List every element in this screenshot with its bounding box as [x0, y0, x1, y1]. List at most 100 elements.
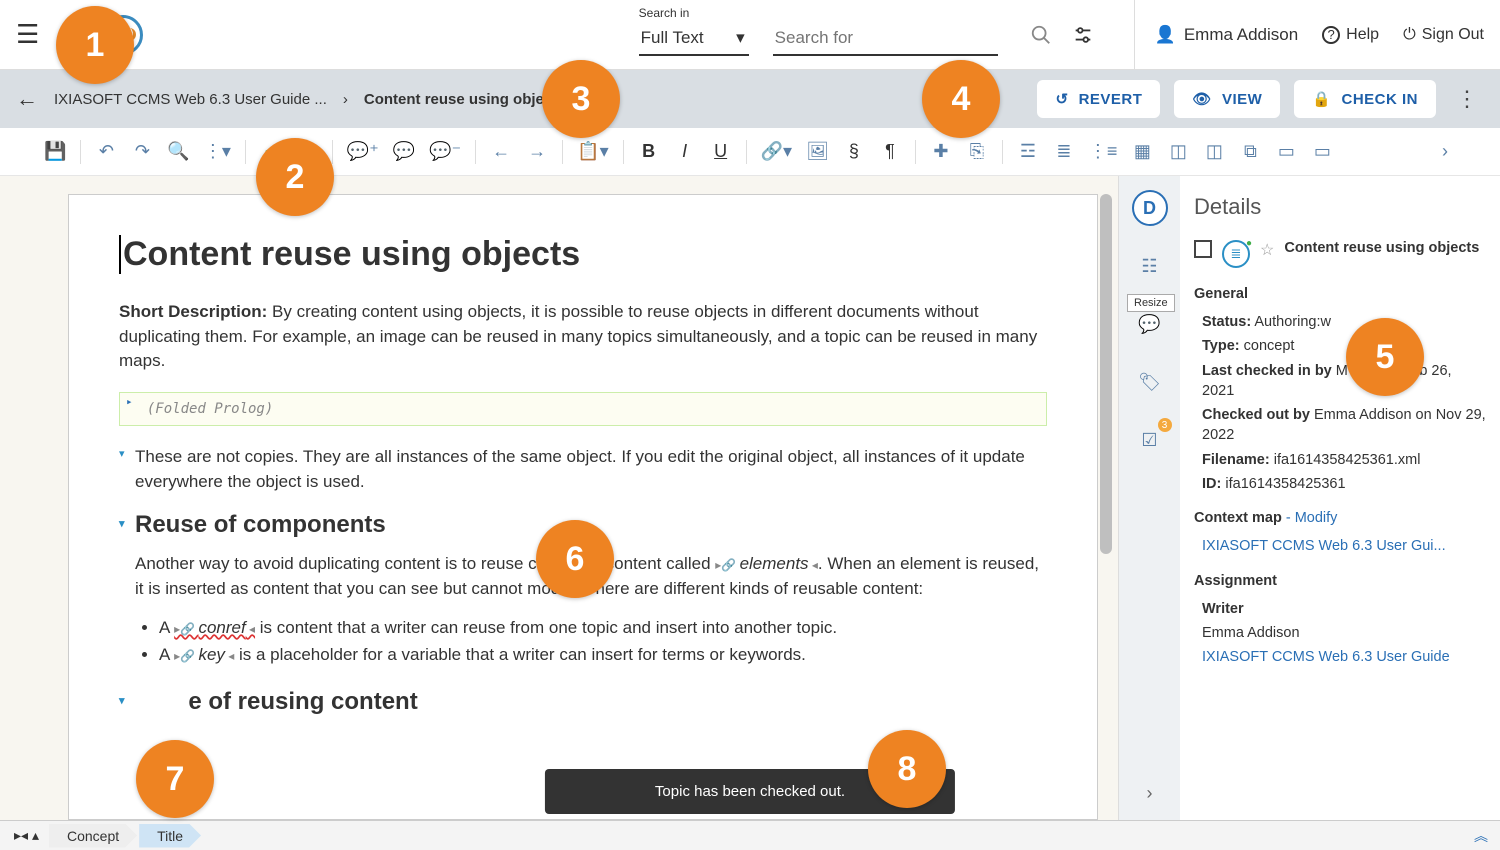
annotation-badge-7: 7: [136, 740, 214, 818]
hamburger-icon[interactable]: ☰: [16, 19, 39, 50]
filter-settings-icon[interactable]: [1072, 24, 1094, 52]
document-page[interactable]: Content reuse using objects Short Descri…: [68, 194, 1098, 820]
status-value: Authoring:w: [1254, 314, 1331, 330]
breadcrumb-bar: ← IXIASOFT CCMS Web 6.3 User Guide ... ›…: [0, 70, 1500, 128]
document-title[interactable]: Content reuse using objects: [119, 235, 1047, 274]
underline-icon[interactable]: U: [710, 141, 732, 162]
toolbar-overflow-icon[interactable]: ›: [1434, 141, 1456, 162]
merge-icon[interactable]: ⧉: [1239, 141, 1261, 162]
redo-icon[interactable]: ↷: [131, 141, 153, 162]
signout-link[interactable]: ⏻ Sign Out: [1403, 26, 1484, 44]
unordered-list-icon[interactable]: ⋮≡: [1089, 141, 1118, 162]
resize-tooltip: Resize: [1127, 294, 1175, 312]
type-value: concept: [1244, 338, 1295, 354]
section-heading-partial[interactable]: e of reusing content: [119, 688, 1047, 716]
search-in-label: Search in: [639, 6, 749, 20]
contextmap-value[interactable]: IXIASOFT CCMS Web 6.3 User Gui...: [1194, 536, 1486, 556]
link-icon[interactable]: 🔗▾: [761, 141, 792, 162]
general-section-label: General: [1194, 286, 1486, 302]
italic-icon[interactable]: I: [674, 141, 696, 162]
plugin-icon[interactable]: ✚: [930, 141, 952, 162]
editor-toolbar: 💾 ↶ ↷ 🔍 ⋮▾ ✔ ✘ 💬⁺ 💬 💬⁻ ← → 📋▾ B I U 🔗▾ 🖼…: [0, 128, 1500, 176]
eye-icon: 👁: [1192, 90, 1212, 108]
modify-contextmap-link[interactable]: - Modify: [1286, 510, 1338, 526]
element-chip[interactable]: elements: [715, 554, 818, 573]
help-icon: ?: [1322, 26, 1340, 44]
table-icon[interactable]: ▦: [1131, 141, 1153, 162]
split-right-icon[interactable]: ◫: [1203, 141, 1225, 162]
tags-tab-icon[interactable]: 🏷: [1132, 364, 1168, 400]
tree-tab-icon[interactable]: ☷: [1132, 248, 1168, 284]
back-button[interactable]: ←: [16, 86, 38, 112]
outdent-icon[interactable]: ☲: [1017, 141, 1039, 162]
undo-icon[interactable]: ↶: [95, 141, 117, 162]
help-link[interactable]: ? Help: [1322, 26, 1379, 44]
annotation-badge-4: 4: [922, 60, 1000, 138]
bold-icon[interactable]: B: [638, 141, 660, 162]
folded-prolog[interactable]: (Folded Prolog): [119, 392, 1047, 426]
power-icon: ⏻: [1403, 26, 1416, 44]
more-actions-icon[interactable]: ⋮: [1450, 86, 1484, 112]
select-checkbox[interactable]: [1194, 240, 1212, 258]
list-item[interactable]: A key is a placeholder for a variable th…: [159, 641, 1047, 668]
annotation-badge-6: 6: [536, 520, 614, 598]
review-tab-icon[interactable]: ☑3: [1132, 422, 1168, 458]
cell-icon[interactable]: ▭: [1275, 141, 1297, 162]
paragraph[interactable]: These are not copies. They are all insta…: [119, 444, 1047, 495]
nav-prev-icon[interactable]: ←: [490, 141, 512, 162]
pilcrow-icon[interactable]: ¶: [879, 141, 901, 162]
remove-comment-icon[interactable]: 💬⁻: [429, 141, 461, 162]
row-icon[interactable]: ▭: [1311, 141, 1333, 162]
document-pane: Content reuse using objects Short Descri…: [0, 176, 1118, 820]
object-type-icon: ≣: [1222, 240, 1250, 268]
code-icon[interactable]: ⎘: [966, 141, 988, 162]
view-button[interactable]: 👁 VIEW: [1174, 80, 1280, 118]
menu-dots-icon[interactable]: ⋮▾: [204, 141, 231, 162]
expand-rail-icon[interactable]: ›: [1147, 783, 1153, 804]
writer-guide-link[interactable]: IXIASOFT CCMS Web 6.3 User Guide: [1202, 647, 1486, 667]
favorite-icon[interactable]: ☆: [1260, 240, 1274, 260]
status-nav-icon[interactable]: ▸◂ ▴: [6, 827, 47, 844]
checkin-button[interactable]: 🔒 CHECK IN: [1294, 80, 1436, 118]
scrollbar[interactable]: [1100, 194, 1112, 554]
status-bar: ▸◂ ▴ Concept Title ︽: [0, 820, 1500, 850]
revert-button[interactable]: ↺ REVERT: [1037, 80, 1160, 118]
details-tab-icon[interactable]: D: [1132, 190, 1168, 226]
conref-chip[interactable]: conref: [174, 618, 255, 637]
lock-icon: 🔒: [1312, 90, 1331, 108]
revert-icon: ↺: [1055, 90, 1068, 108]
image-icon[interactable]: 🖼: [806, 141, 829, 162]
breadcrumb-current: Content reuse using objects: [364, 91, 566, 108]
ordered-list-icon[interactable]: ≣: [1053, 141, 1075, 162]
paste-icon[interactable]: 📋▾: [577, 141, 608, 162]
search-input[interactable]: [773, 24, 998, 56]
object-title: Content reuse using objects: [1284, 240, 1479, 256]
breadcrumb-chip-concept[interactable]: Concept: [49, 824, 137, 848]
user-icon: 👤: [1155, 25, 1176, 45]
split-left-icon[interactable]: ◫: [1167, 141, 1189, 162]
search-icon[interactable]: [1030, 24, 1052, 52]
id-value: ifa1614358425361: [1225, 476, 1345, 492]
breadcrumb-root[interactable]: IXIASOFT CCMS Web 6.3 User Guide ...: [54, 91, 327, 108]
dropdown-icon: ▾: [736, 28, 745, 48]
writer-name: Emma Addison: [1202, 623, 1486, 643]
user-name: Emma Addison: [1184, 25, 1298, 45]
edit-comment-icon[interactable]: 💬: [393, 141, 415, 162]
key-chip[interactable]: key: [174, 645, 234, 664]
annotation-badge-3: 3: [542, 60, 620, 138]
breadcrumb-chip-title[interactable]: Title: [139, 824, 201, 848]
app-header: ☰ 👥 Search in Full Text ▾ 👤 Emma Addison: [0, 0, 1500, 70]
nav-next-icon[interactable]: →: [526, 141, 548, 162]
breadcrumb-sep: ›: [343, 91, 348, 108]
find-icon[interactable]: 🔍: [167, 141, 189, 162]
search-in-select[interactable]: Full Text ▾: [639, 24, 749, 56]
annotation-badge-1: 1: [56, 6, 134, 84]
annotation-badge-5: 5: [1346, 318, 1424, 396]
add-comment-icon[interactable]: 💬⁺: [347, 141, 379, 162]
current-user[interactable]: 👤 Emma Addison: [1155, 25, 1299, 45]
annotation-badge-2: 2: [256, 138, 334, 216]
list-item[interactable]: A conref is content that a writer can re…: [159, 614, 1047, 641]
collapse-up-icon[interactable]: ︽: [1474, 826, 1500, 846]
section-icon[interactable]: §: [843, 141, 865, 162]
save-icon[interactable]: 💾: [44, 141, 66, 162]
